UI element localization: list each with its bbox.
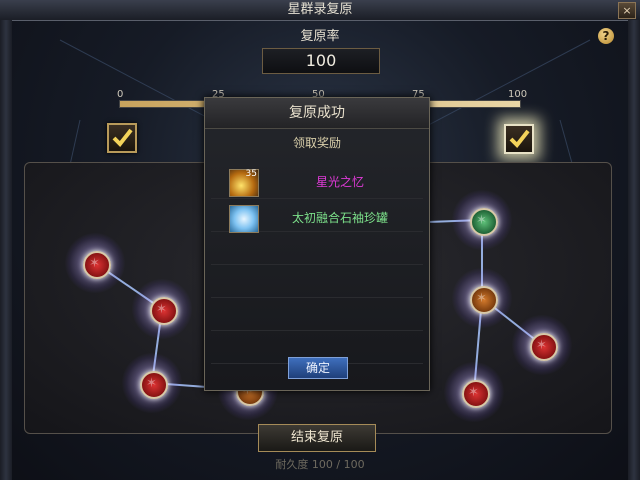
constellation-node[interactable]: ✶ — [122, 353, 182, 413]
constellation-node[interactable]: ✶ — [132, 279, 192, 339]
constellation-node[interactable]: ✶ — [65, 233, 125, 293]
constellation-node[interactable]: ✶ — [512, 315, 572, 375]
end-restore-button[interactable]: 结束复原 — [258, 424, 376, 452]
constellation-node[interactable]: ✶ — [452, 268, 512, 328]
reward-item[interactable]: 35 星光之忆 — [211, 166, 423, 198]
dialog-subtitle: 领取奖励 — [292, 136, 341, 150]
starlight-icon: 35 — [229, 169, 259, 197]
crystal-jar-icon — [229, 205, 259, 233]
reward-name: 星光之忆 — [315, 175, 364, 189]
reward-name: 太初融合石袖珍罐 — [291, 211, 388, 225]
reward-count: 35 — [245, 169, 257, 179]
constellation-node[interactable]: ✶ — [452, 190, 512, 250]
confirm-button[interactable]: 确定 — [288, 357, 348, 379]
dialog-title: 复原成功 — [205, 98, 429, 129]
restore-success-dialog: 复原成功 领取奖励 35 星光之忆 太初融合石袖珍罐 确定 — [204, 97, 430, 391]
durability-readout: 耐久度 100 / 100 — [275, 458, 365, 471]
restore-window: 星群录复原 × ? 复原率 100 0 25 50 75 100 ✶ ✶ ✶ ✶… — [0, 0, 640, 480]
constellation-node[interactable]: ✶ — [444, 362, 504, 422]
reward-item[interactable]: 太初融合石袖珍罐 — [211, 202, 423, 234]
